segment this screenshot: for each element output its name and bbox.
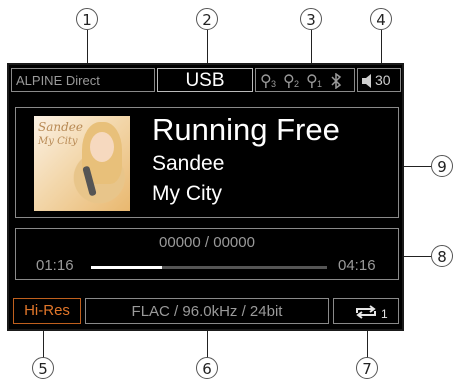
progress-bar[interactable] [91, 266, 327, 269]
player-screen: ALPINE Direct USB ⚲ 3 ⚲ 2 ⚲ 1 30 Sandee … [7, 63, 404, 331]
usb-port-2-label: 2 [294, 79, 300, 89]
album-art-face [90, 132, 114, 162]
callout-4-leader [381, 30, 382, 64]
playback-progress-panel: 00000 / 00000 01:16 04:16 [15, 228, 399, 280]
source-box[interactable]: USB [157, 68, 253, 92]
callout-3: 3 [300, 8, 322, 30]
callout-5: 5 [32, 357, 54, 379]
callout-5-leader [43, 330, 44, 358]
callout-1: 1 [76, 8, 98, 30]
callout-9-leader [404, 166, 432, 167]
volume-level: 30 [375, 72, 391, 88]
track-album: My City [152, 182, 222, 205]
callout-1-leader [87, 30, 88, 64]
callout-9: 9 [431, 155, 453, 177]
track-counter: 00000 / 00000 [159, 234, 255, 251]
repeat-mode: 1 [381, 307, 388, 321]
callout-7-leader [367, 330, 368, 358]
usb-port-1-icon: ⚲ [306, 73, 318, 90]
callout-2: 2 [196, 8, 218, 30]
speaker-icon [362, 74, 371, 88]
repeat-icon [356, 305, 376, 319]
source-label: USB [185, 70, 225, 91]
callout-4: 4 [370, 8, 392, 30]
source-name: ALPINE Direct [16, 73, 100, 88]
progress-bar-fill [91, 266, 162, 269]
track-info-panel: Sandee My City Running Free Sandee My Ci… [15, 107, 399, 218]
repeat-box[interactable]: 1 [333, 298, 399, 324]
album-art-album-text: My City [38, 136, 78, 147]
callout-2-leader [207, 30, 208, 64]
usb-port-2-icon: ⚲ [283, 73, 295, 90]
callout-3-leader [311, 30, 312, 64]
audio-format-box: FLAC / 96.0kHz / 24bit [85, 298, 329, 324]
total-time: 04:16 [338, 257, 376, 274]
album-art: Sandee My City [34, 116, 130, 211]
usb-port-3-label: 3 [271, 79, 277, 89]
usb-port-1-label: 1 [317, 79, 323, 89]
callout-7: 7 [356, 357, 378, 379]
volume-box[interactable]: 30 [357, 68, 401, 92]
audio-format: FLAC / 96.0kHz / 24bit [131, 303, 283, 320]
usb-port-3-icon: ⚲ [260, 73, 272, 90]
hires-badge: Hi-Res [24, 302, 70, 319]
source-name-box: ALPINE Direct [11, 68, 155, 92]
track-artist: Sandee [152, 152, 225, 175]
elapsed-time: 01:16 [36, 257, 74, 274]
hires-badge-box: Hi-Res [13, 298, 81, 324]
callout-6: 6 [196, 357, 218, 379]
album-art-artist-text: Sandee [38, 120, 83, 134]
callout-8-leader [404, 256, 432, 257]
callout-6-leader [207, 330, 208, 358]
track-title: Running Free [152, 112, 340, 147]
callout-8: 8 [431, 245, 453, 267]
bluetooth-icon [331, 73, 342, 89]
connection-status-box: ⚲ 3 ⚲ 2 ⚲ 1 [255, 68, 355, 92]
